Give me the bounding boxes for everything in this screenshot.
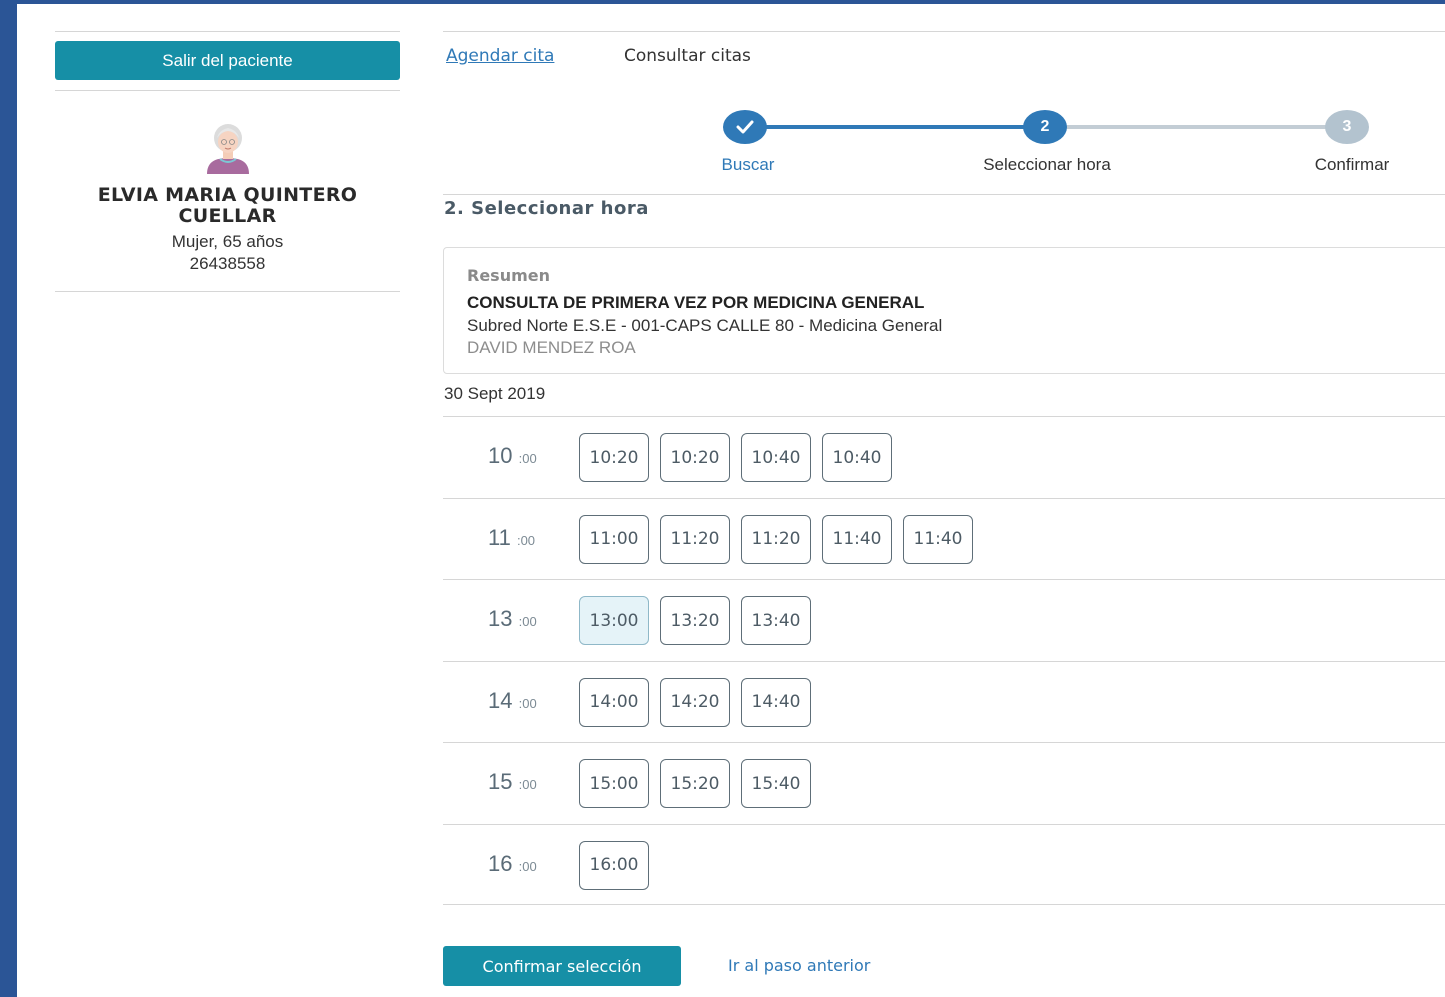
confirm-selection-button[interactable]: Confirmar selección <box>443 946 681 986</box>
time-slot-button[interactable]: 15:20 <box>660 759 730 808</box>
time-slot-button[interactable]: 10:20 <box>660 433 730 482</box>
time-slot-button[interactable]: 10:40 <box>741 433 811 482</box>
time-slot-grid: 10 :00 10:20 10:20 10:40 10:40 11 :00 11… <box>443 416 1445 905</box>
time-slot-button[interactable]: 14:00 <box>579 677 649 727</box>
divider <box>55 90 400 91</box>
section-title: 2. Seleccionar hora <box>444 198 649 219</box>
time-slot-button[interactable]: 14:40 <box>741 677 811 727</box>
app-frame: Salir del paciente ELVIA MARIA QUINTERO … <box>17 4 1445 997</box>
tab-consult[interactable]: Consultar citas <box>624 46 751 66</box>
time-slot-button[interactable]: 11:20 <box>741 514 811 564</box>
time-slot-button[interactable]: 11:20 <box>660 514 730 564</box>
summary-label: Resumen <box>467 266 550 285</box>
time-slot-button[interactable]: 11:00 <box>579 514 649 564</box>
time-slot-button[interactable]: 11:40 <box>903 514 973 564</box>
time-slot-button[interactable]: 10:20 <box>579 433 649 482</box>
step-2-circle: 2 <box>1023 110 1067 144</box>
divider <box>443 31 1445 32</box>
patient-gender-age: Mujer, 65 años <box>171 232 284 251</box>
time-slot-button[interactable]: 13:20 <box>660 596 730 645</box>
time-slot-button[interactable]: 13:40 <box>741 596 811 645</box>
step-1-label: Buscar <box>721 155 775 174</box>
tab-schedule[interactable]: Agendar cita <box>446 46 554 66</box>
divider <box>443 194 1445 195</box>
elderly-woman-avatar-icon <box>207 124 249 174</box>
time-slot-button-selected[interactable]: 13:00 <box>579 596 649 645</box>
hour-row: 16 :00 16:00 <box>443 823 1445 905</box>
hour-label: 10 :00 <box>488 443 537 468</box>
hour-row: 14 :00 14:00 14:20 14:40 <box>443 660 1445 743</box>
hour-row: 10 :00 10:20 10:20 10:40 10:40 <box>443 416 1445 498</box>
summary-service: CONSULTA DE PRIMERA VEZ POR MEDICINA GEN… <box>467 293 925 312</box>
summary-doctor: DAVID MENDEZ ROA <box>467 338 636 357</box>
time-slot-button[interactable]: 16:00 <box>579 840 649 890</box>
hour-label: 14 :00 <box>488 687 537 713</box>
progress-stepper: 2 3 Buscar Seleccionar hora Confirmar <box>443 104 1445 184</box>
time-slot-button[interactable]: 15:40 <box>741 759 811 808</box>
patient-id: 26438558 <box>189 254 266 273</box>
hour-label: 11 :00 <box>488 524 536 550</box>
step-connector-done <box>745 125 1045 129</box>
step-2-label: Seleccionar hora <box>983 155 1111 174</box>
hour-row: 11 :00 11:00 11:20 11:20 11:40 11:40 <box>443 497 1445 580</box>
step-3-label: Confirmar <box>1314 155 1390 174</box>
summary-location: Subred Norte E.S.E - 001-CAPS CALLE 80 -… <box>467 316 943 335</box>
hour-label: 16 :00 <box>488 850 537 876</box>
time-slot-button[interactable]: 14:20 <box>660 677 730 727</box>
time-slot-button[interactable]: 11:40 <box>822 514 892 564</box>
divider <box>55 31 400 32</box>
step-3-circle: 3 <box>1325 110 1369 144</box>
hour-row: 15 :00 15:00 15:20 15:40 <box>443 742 1445 824</box>
hour-label: 15 :00 <box>488 769 537 794</box>
exit-patient-button[interactable]: Salir del paciente <box>55 41 400 80</box>
time-slot-button[interactable]: 15:00 <box>579 759 649 808</box>
schedule-date: 30 Sept 2019 <box>444 384 546 403</box>
time-slot-button[interactable]: 10:40 <box>822 433 892 482</box>
appointment-summary-card: Resumen CONSULTA DE PRIMERA VEZ POR MEDI… <box>443 247 1445 374</box>
patient-name: ELVIA MARIA QUINTERO CUELLAR <box>97 184 358 227</box>
step-1-check-icon <box>723 110 767 144</box>
previous-step-link[interactable]: Ir al paso anterior <box>728 956 870 975</box>
step-connector-pending <box>1045 125 1347 129</box>
hour-label: 13 :00 <box>488 606 537 631</box>
divider <box>55 291 400 292</box>
hour-row: 13 :00 13:00 13:20 13:40 <box>443 579 1445 661</box>
